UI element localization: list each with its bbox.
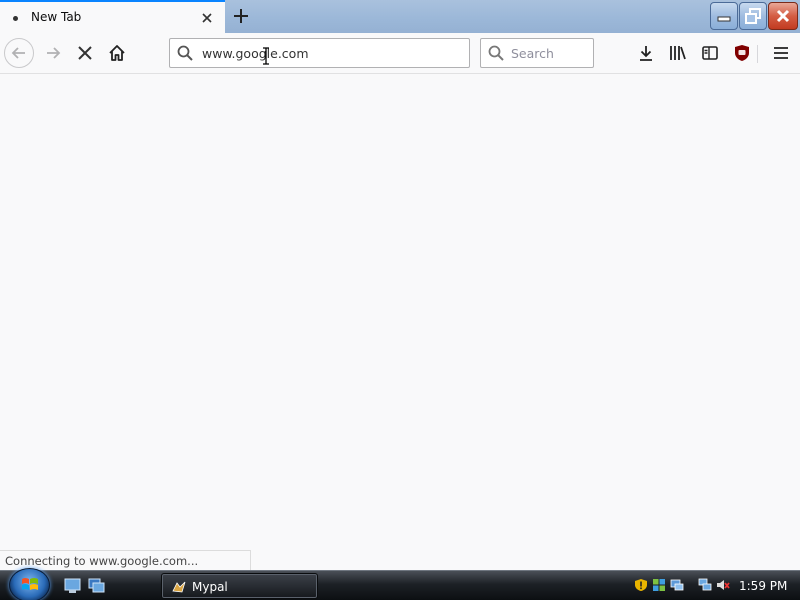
hamburger-menu-icon bbox=[774, 47, 788, 59]
stop-icon bbox=[78, 46, 92, 60]
tab-title: New Tab bbox=[31, 10, 82, 24]
download-icon bbox=[640, 46, 652, 61]
text-cursor-icon bbox=[263, 47, 269, 65]
forward-arrow-icon bbox=[47, 47, 61, 59]
sidebar-icon bbox=[702, 46, 718, 60]
search-bar[interactable]: Search bbox=[480, 38, 594, 68]
ublock-origin-button[interactable] bbox=[728, 39, 756, 67]
url-input[interactable]: www.google.com bbox=[202, 46, 309, 61]
ublock-origin-icon bbox=[735, 45, 749, 61]
network-connection-icon[interactable] bbox=[698, 578, 712, 592]
network-status-icon[interactable] bbox=[670, 578, 684, 592]
forward-button[interactable] bbox=[38, 38, 68, 68]
page-content bbox=[0, 75, 800, 570]
taskbar-item-mypal[interactable]: Mypal bbox=[161, 573, 318, 599]
close-icon bbox=[202, 13, 212, 23]
library-button[interactable] bbox=[664, 39, 692, 67]
search-input[interactable]: Search bbox=[511, 46, 554, 61]
show-desktop-icon[interactable] bbox=[64, 578, 81, 594]
taskbar: Mypal 1:59 PM bbox=[0, 568, 800, 600]
menu-button[interactable] bbox=[767, 39, 795, 67]
search-icon bbox=[488, 45, 504, 61]
title-bar: New Tab bbox=[0, 0, 800, 33]
close-window-button[interactable] bbox=[768, 2, 798, 30]
restore-icon bbox=[745, 8, 761, 24]
back-button[interactable] bbox=[4, 38, 34, 68]
taskbar-item-label: Mypal bbox=[192, 580, 228, 594]
library-icon bbox=[670, 46, 686, 60]
home-icon bbox=[109, 45, 125, 61]
security-shield-icon[interactable] bbox=[634, 578, 648, 592]
downloads-button[interactable] bbox=[632, 39, 660, 67]
browser-window: New Tab www.google.com Search Connecting… bbox=[0, 0, 800, 600]
close-window-icon bbox=[776, 9, 790, 23]
tab-loading-dot-icon bbox=[13, 16, 18, 21]
volume-muted-icon[interactable] bbox=[716, 578, 730, 592]
mypal-app-icon bbox=[172, 581, 186, 593]
status-bar: Connecting to www.google.com... bbox=[0, 550, 251, 570]
back-arrow-icon bbox=[11, 47, 25, 59]
restore-button[interactable] bbox=[739, 2, 767, 30]
toolbar-separator bbox=[757, 45, 758, 63]
switch-windows-icon[interactable] bbox=[88, 578, 105, 594]
new-tab-button[interactable] bbox=[228, 4, 254, 28]
url-bar[interactable]: www.google.com bbox=[169, 38, 470, 68]
navigation-toolbar: www.google.com Search bbox=[0, 33, 800, 74]
tab-new-tab[interactable]: New Tab bbox=[0, 0, 225, 33]
taskbar-clock[interactable]: 1:59 PM bbox=[739, 579, 787, 593]
search-icon bbox=[177, 45, 193, 61]
minimize-icon bbox=[717, 16, 731, 22]
stop-button[interactable] bbox=[70, 38, 100, 68]
sidebar-button[interactable] bbox=[696, 39, 724, 67]
windows-start-icon bbox=[21, 578, 38, 590]
home-button[interactable] bbox=[102, 38, 132, 68]
start-button[interactable] bbox=[9, 568, 50, 600]
minimize-button[interactable] bbox=[710, 2, 738, 30]
plus-icon bbox=[234, 9, 248, 23]
windows-update-icon[interactable] bbox=[652, 578, 666, 592]
tab-close-button[interactable] bbox=[199, 10, 215, 26]
